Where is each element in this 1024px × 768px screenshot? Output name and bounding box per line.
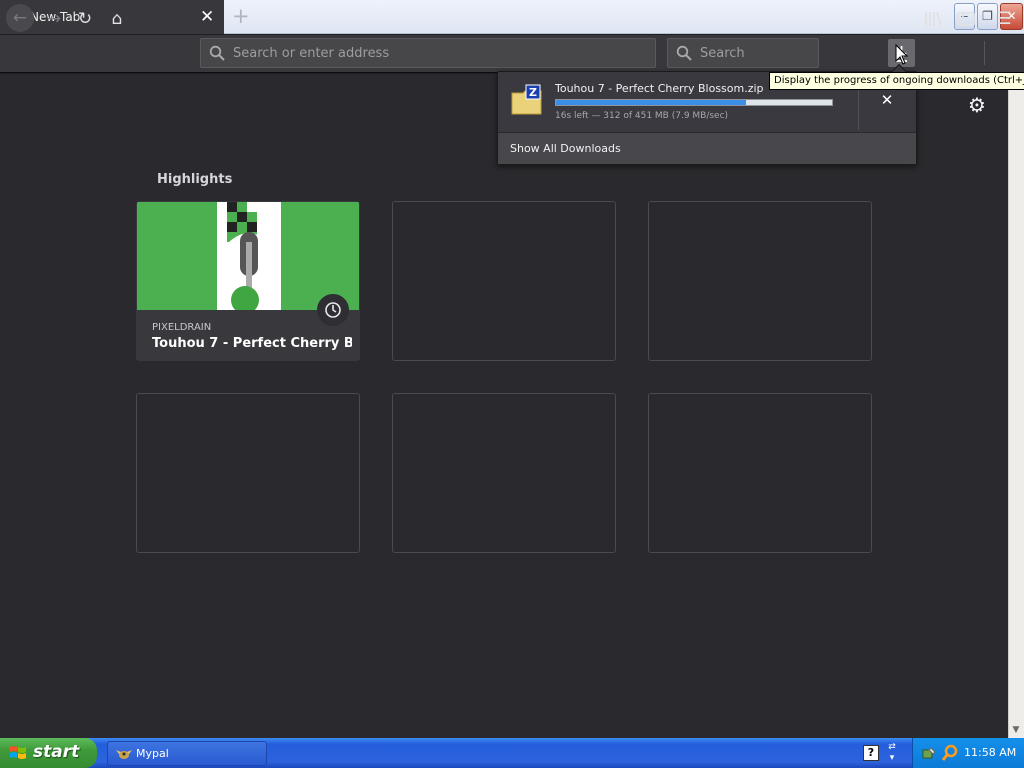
download-progress-bar xyxy=(555,99,833,106)
highlight-placeholder xyxy=(392,201,616,361)
highlight-placeholder xyxy=(392,393,616,553)
taskbar-item-mypal[interactable]: Mypal xyxy=(107,741,267,766)
zip-file-icon: Z xyxy=(511,84,542,115)
sidebar-button[interactable] xyxy=(953,6,979,32)
library-icon xyxy=(925,11,942,27)
taskbar-item-label: Mypal xyxy=(136,747,169,760)
search-icon xyxy=(676,45,692,61)
search-bar[interactable]: Search xyxy=(667,38,819,68)
taskbar-clock: 11:58 AM xyxy=(964,746,1017,759)
download-progress-fill xyxy=(556,100,746,105)
forward-button[interactable]: → xyxy=(41,6,67,32)
highlight-placeholder xyxy=(648,393,872,553)
vertical-scrollbar[interactable] xyxy=(1008,74,1024,738)
library-button[interactable] xyxy=(920,6,946,32)
sidebar-icon xyxy=(957,12,975,26)
tab-close-icon[interactable]: ✕ xyxy=(200,7,214,27)
new-tab-button[interactable]: + xyxy=(232,4,250,28)
card-source: PIXELDRAIN xyxy=(152,322,212,333)
start-button[interactable]: start xyxy=(0,738,97,768)
gear-icon[interactable]: ⚙ xyxy=(966,94,988,116)
search-icon xyxy=(209,45,225,61)
svg-text:Z: Z xyxy=(529,86,537,99)
clock-icon xyxy=(317,294,349,326)
scroll-down-arrow-icon[interactable]: ▼ xyxy=(1008,722,1024,738)
reload-button[interactable]: ↻ xyxy=(72,6,98,32)
show-all-downloads-button[interactable]: Show All Downloads xyxy=(498,132,916,164)
search-placeholder: Search xyxy=(700,46,745,61)
highlight-placeholder xyxy=(648,201,872,361)
toolbar-separator xyxy=(984,41,985,65)
download-file-name: Touhou 7 - Perfect Cherry Blossom.zip xyxy=(555,82,764,95)
menu-button[interactable]: ☰ xyxy=(991,6,1017,32)
mouse-cursor-icon xyxy=(895,44,909,65)
start-label: start xyxy=(33,742,80,762)
windows-flag-icon xyxy=(10,746,26,759)
tray-search-icon[interactable] xyxy=(941,744,959,762)
mypal-icon xyxy=(116,750,132,759)
url-bar[interactable]: Search or enter address xyxy=(200,38,656,68)
downloads-tooltip: Display the progress of ongoing download… xyxy=(769,72,1024,90)
help-icon[interactable]: ? xyxy=(863,745,879,761)
highlights-heading: Highlights xyxy=(157,172,233,187)
tray-network-icon[interactable] xyxy=(921,745,937,761)
show-all-downloads-label: Show All Downloads xyxy=(510,142,621,155)
cancel-download-icon[interactable]: ✕ xyxy=(877,90,897,110)
url-placeholder: Search or enter address xyxy=(233,46,390,61)
switch-windows-icon[interactable]: ⇄ ▾ xyxy=(886,742,898,764)
home-button[interactable]: ⌂ xyxy=(104,6,130,32)
pixeldrain-thumbnail-graphic xyxy=(137,202,359,310)
back-button[interactable]: ← xyxy=(6,4,34,32)
card-title: Touhou 7 - Perfect Cherry Bl... xyxy=(152,336,352,351)
download-status: 16s left — 312 of 451 MB (7.9 MB/sec) xyxy=(555,111,729,121)
highlight-card[interactable]: PIXELDRAIN Touhou 7 - Perfect Cherry Bl.… xyxy=(136,201,360,361)
highlight-placeholder xyxy=(136,393,360,553)
